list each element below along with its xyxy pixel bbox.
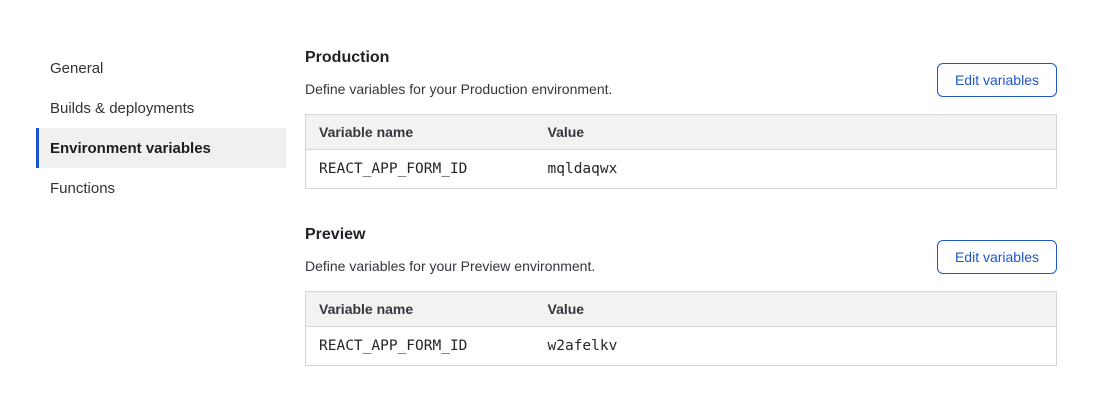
column-header-value: Value [535,292,1057,327]
table-row: REACT_APP_FORM_ID mqldaqwx [306,150,1057,189]
variable-value-cell: w2afelkv [535,327,1057,366]
sidebar-item-label: Functions [50,180,115,197]
column-header-variable-name: Variable name [306,115,535,150]
settings-content: Production Define variables for your Pro… [305,48,1057,366]
variable-name-cell: REACT_APP_FORM_ID [306,150,535,189]
variable-value-cell: mqldaqwx [535,150,1057,189]
sidebar-item-builds-deployments[interactable]: Builds & deployments [36,88,286,128]
column-header-value: Value [535,115,1057,150]
production-section: Production Define variables for your Pro… [305,48,1057,189]
table-row: REACT_APP_FORM_ID w2afelkv [306,327,1057,366]
sidebar-item-environment-variables[interactable]: Environment variables [36,128,286,168]
preview-section: Preview Define variables for your Previe… [305,225,1057,366]
edit-variables-button-production[interactable]: Edit variables [937,63,1057,97]
table-header-row: Variable name Value [306,115,1057,150]
table-header-row: Variable name Value [306,292,1057,327]
settings-page: General Builds & deployments Environment… [0,0,1100,366]
sidebar-item-general[interactable]: General [36,48,286,88]
settings-sidebar: General Builds & deployments Environment… [36,48,286,366]
column-header-variable-name: Variable name [306,292,535,327]
variable-name-cell: REACT_APP_FORM_ID [306,327,535,366]
sidebar-item-functions[interactable]: Functions [36,168,286,208]
preview-variables-table: Variable name Value REACT_APP_FORM_ID w2… [305,291,1057,366]
sidebar-item-label: Builds & deployments [50,100,194,117]
sidebar-item-label: Environment variables [50,140,211,157]
sidebar-item-label: General [50,60,103,77]
edit-variables-button-preview[interactable]: Edit variables [937,240,1057,274]
production-variables-table: Variable name Value REACT_APP_FORM_ID mq… [305,114,1057,189]
